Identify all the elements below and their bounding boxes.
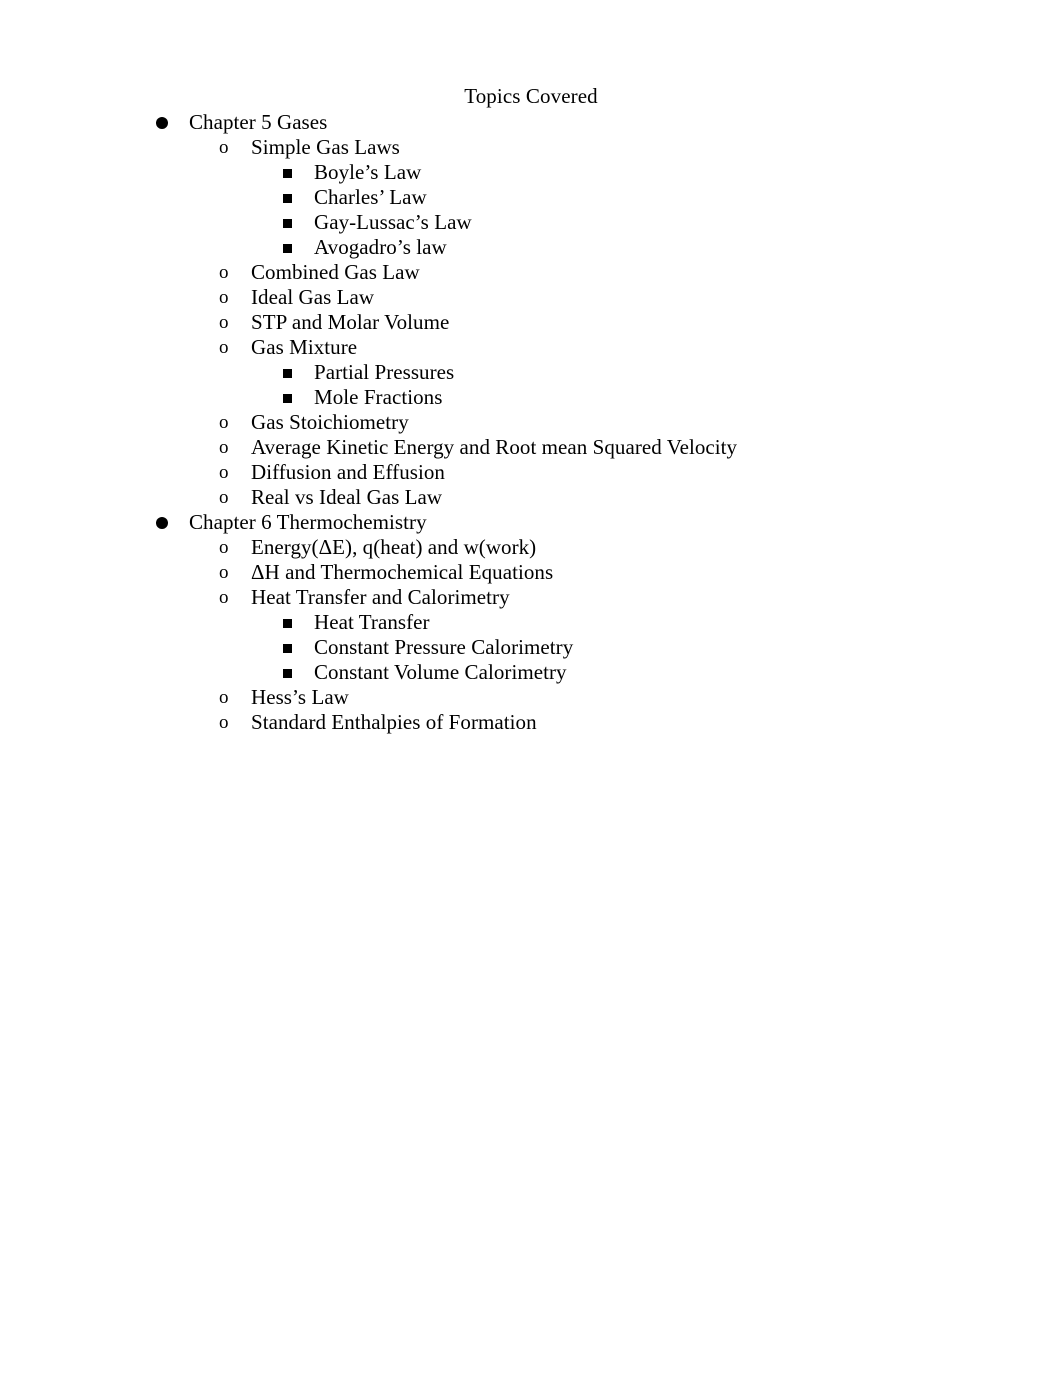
outline-item-label: Simple Gas Laws <box>251 135 400 159</box>
bullet-square-shape <box>283 244 292 253</box>
outline-item-label: Gay-Lussac’s Law <box>314 210 472 234</box>
outline-item: o STP and Molar Volume <box>0 310 1062 335</box>
bullet-disc-shape <box>156 117 168 129</box>
bullet-circle-icon: o <box>219 587 229 608</box>
bullet-circle-icon: o <box>219 562 229 583</box>
outline-item-label: ΔH and Thermochemical Equations <box>251 560 554 584</box>
outline-item: o Combined Gas Law <box>0 260 1062 285</box>
bullet-circle-icon: o <box>219 437 229 458</box>
outline-item-label: Partial Pressures <box>314 360 455 384</box>
outline-item-label: Ideal Gas Law <box>251 285 375 309</box>
bullet-square-icon <box>283 160 295 178</box>
page-title: Topics Covered <box>464 84 598 108</box>
bullet-circle-icon: o <box>219 537 229 558</box>
outline-item: Heat Transfer <box>0 610 1062 635</box>
bullet-square-icon <box>283 385 295 403</box>
bullet-square-icon <box>283 185 295 203</box>
outline-item: o Standard Enthalpies of Formation <box>0 710 1062 735</box>
outline-item-label: Charles’ Law <box>314 185 427 209</box>
outline-item-label: Energy(ΔE), q(heat) and w(work) <box>251 535 537 559</box>
outline-item-label: Combined Gas Law <box>251 260 420 284</box>
bullet-square-icon <box>283 235 295 253</box>
outline-item-label: Constant Pressure Calorimetry <box>314 635 574 659</box>
outline-item: Boyle’s Law <box>0 160 1062 185</box>
bullet-disc-icon <box>156 510 172 529</box>
outline-item: o Energy(ΔE), q(heat) and w(work) <box>0 535 1062 560</box>
outline-item-label: Heat Transfer <box>314 610 430 634</box>
bullet-circle-icon: o <box>219 312 229 333</box>
bullet-square-shape <box>283 669 292 678</box>
bullet-circle-icon: o <box>219 337 229 358</box>
bullet-circle-icon: o <box>219 487 229 508</box>
outline-item-label: Average Kinetic Energy and Root mean Squ… <box>251 435 738 459</box>
outline-item-label: Constant Volume Calorimetry <box>314 660 567 684</box>
outline-item-label: Standard Enthalpies of Formation <box>251 710 537 734</box>
bullet-square-shape <box>283 194 292 203</box>
bullet-circle-icon: o <box>219 712 229 733</box>
outline-item: Chapter 5 Gases <box>0 110 1062 135</box>
outline-item-label: Hess’s Law <box>251 685 349 709</box>
outline-item-label: Mole Fractions <box>314 385 443 409</box>
outline-item: Avogadro’s law <box>0 235 1062 260</box>
bullet-square-shape <box>283 169 292 178</box>
outline-item: Constant Pressure Calorimetry <box>0 635 1062 660</box>
outline-item-label: Diffusion and Effusion <box>251 460 445 484</box>
bullet-square-icon <box>283 360 295 378</box>
bullet-circle-icon: o <box>219 687 229 708</box>
outline-item: Partial Pressures <box>0 360 1062 385</box>
outline-item: o Diffusion and Effusion <box>0 460 1062 485</box>
bullet-circle-icon: o <box>219 287 229 308</box>
bullet-square-icon <box>283 660 295 678</box>
outline-item: o Gas Stoichiometry <box>0 410 1062 435</box>
bullet-square-shape <box>283 219 292 228</box>
outline-item: Mole Fractions <box>0 385 1062 410</box>
outline-item: o Real vs Ideal Gas Law <box>0 485 1062 510</box>
bullet-circle-icon: o <box>219 412 229 433</box>
outline-item: Chapter 6 Thermochemistry <box>0 510 1062 535</box>
bullet-disc-shape <box>156 517 168 529</box>
outline-item: o Ideal Gas Law <box>0 285 1062 310</box>
bullet-disc-icon <box>156 110 172 129</box>
outline-item-label: Boyle’s Law <box>314 160 422 184</box>
outline-item-label: Real vs Ideal Gas Law <box>251 485 443 509</box>
bullet-square-shape <box>283 619 292 628</box>
outline-item: o Simple Gas Laws <box>0 135 1062 160</box>
bullet-square-shape <box>283 644 292 653</box>
outline-item: o Gas Mixture <box>0 335 1062 360</box>
outline-item-label: STP and Molar Volume <box>251 310 450 334</box>
bullet-square-shape <box>283 394 292 403</box>
bullet-circle-icon: o <box>219 137 229 158</box>
outline-item-label: Heat Transfer and Calorimetry <box>251 585 510 609</box>
bullet-square-icon <box>283 635 295 653</box>
topics-outline-list: Chapter 5 Gases o Simple Gas Laws Boyle’s L… <box>0 110 1062 735</box>
outline-item-label: Gas Stoichiometry <box>251 410 409 434</box>
outline-item: o ΔH and Thermochemical Equations <box>0 560 1062 585</box>
document-page: Topics Covered Chapter 5 Gases o Simple Ga… <box>0 0 1062 1376</box>
outline-item: o Hess’s Law <box>0 685 1062 710</box>
outline-item-label: Avogadro’s law <box>314 235 447 259</box>
outline-item-label: Chapter 5 Gases <box>189 110 328 134</box>
outline-item-label: Gas Mixture <box>251 335 358 359</box>
bullet-square-icon <box>283 610 295 628</box>
outline-item: Gay-Lussac’s Law <box>0 210 1062 235</box>
outline-item: Constant Volume Calorimetry <box>0 660 1062 685</box>
outline-item: o Average Kinetic Energy and Root mean Sq… <box>0 435 1062 460</box>
bullet-circle-icon: o <box>219 462 229 483</box>
bullet-square-icon <box>283 210 295 228</box>
outline-item: o Heat Transfer and Calorimetry <box>0 585 1062 610</box>
bullet-square-shape <box>283 369 292 378</box>
bullet-circle-icon: o <box>219 262 229 283</box>
outline-item: Charles’ Law <box>0 185 1062 210</box>
outline-item-label: Chapter 6 Thermochemistry <box>189 510 427 534</box>
